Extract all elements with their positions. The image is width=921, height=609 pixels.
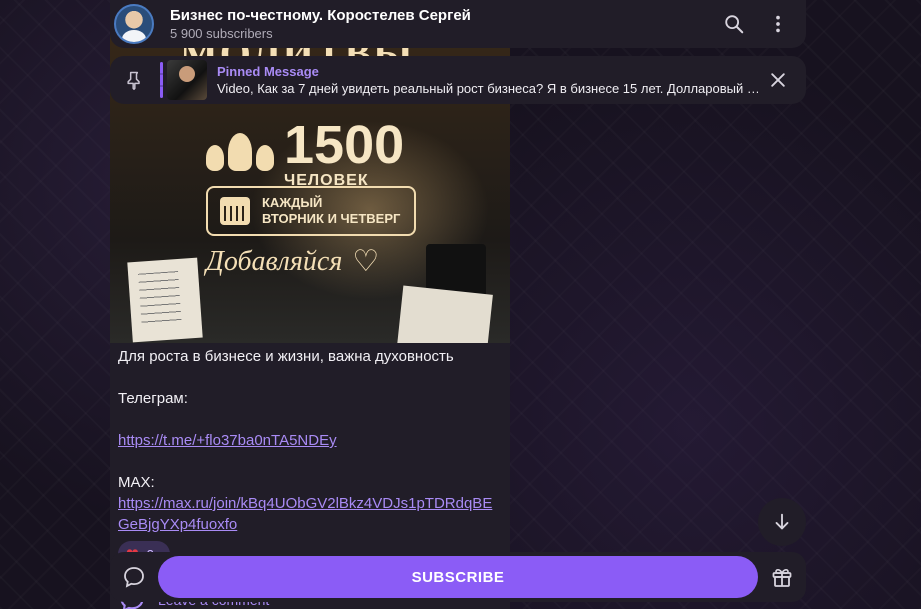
schedule-line-2: ВТОРНИК И ЧЕТВЕРГ: [262, 211, 401, 226]
book-decoration: [127, 257, 203, 343]
post-paragraph: Для роста в бизнесе и жизни, важна духов…: [118, 348, 454, 365]
post-text: Для роста в бизнесе и жизни, важна духов…: [118, 346, 502, 535]
search-button[interactable]: [714, 4, 754, 44]
close-icon: [771, 73, 785, 87]
telegram-label: Телеграм:: [118, 390, 188, 407]
heart-outline-icon: ♡: [352, 245, 380, 278]
schedule-line-1: КАЖДЫЙ: [262, 195, 323, 210]
pinned-preview: Video, Как за 7 дней увидеть реальный ро…: [217, 80, 758, 96]
pinned-content[interactable]: Pinned Message Video, Как за 7 дней увид…: [217, 63, 758, 98]
gift-button[interactable]: [762, 557, 802, 597]
chat-header[interactable]: Бизнес по-честному. Коростелев Сергей 5 …: [110, 0, 806, 48]
gift-icon: [772, 569, 792, 587]
scroll-to-bottom-button[interactable]: [758, 498, 806, 546]
image-cta: Добавляйся ♡: [206, 244, 379, 279]
post-image[interactable]: МОЛИТВЫ 1500 ЧЕЛОВЕК КАЖДЫЙ ВТОРНИК И ЧЕ…: [110, 0, 510, 343]
image-count: 1500: [284, 115, 405, 175]
image-schedule-box: КАЖДЫЙ ВТОРНИК И ЧЕТВЕРГ: [206, 186, 416, 236]
channel-title: Бизнес по-честному. Коростелев Сергей: [170, 6, 471, 24]
calendar-icon: [220, 197, 250, 225]
people-icon: [206, 127, 274, 183]
avatar[interactable]: [114, 4, 154, 44]
search-icon: [725, 15, 744, 34]
close-pinned-button[interactable]: [758, 60, 798, 100]
image-count-row: 1500 ЧЕЛОВЕК: [206, 115, 405, 190]
pinned-message-bar[interactable]: Pinned Message Video, Как за 7 дней увид…: [110, 56, 806, 104]
arrow-down-icon: [775, 513, 789, 530]
max-label: MAX:: [118, 474, 155, 491]
bottom-bar: SUBSCRIBE: [110, 552, 806, 602]
pin-icon[interactable]: [118, 64, 150, 96]
max-link[interactable]: https://max.ru/join/kBq4UObGV2lBkz4VDJs1…: [118, 495, 492, 533]
pinned-position-indicator: [160, 62, 163, 98]
notebook-decoration: [397, 285, 493, 343]
subscribe-button[interactable]: SUBSCRIBE: [158, 556, 758, 598]
comments-button[interactable]: [114, 557, 154, 597]
subscriber-count: 5 900 subscribers: [170, 25, 273, 41]
chat-column: МОЛИТВЫ 1500 ЧЕЛОВЕК КАЖДЫЙ ВТОРНИК И ЧЕ…: [110, 0, 806, 609]
more-vert-icon: [776, 15, 780, 33]
pinned-label: Pinned Message: [217, 63, 319, 79]
comments-icon: [124, 567, 144, 588]
pinned-thumbnail: [167, 60, 207, 100]
telegram-link[interactable]: https://t.me/+flo37ba0nTA5NDEy: [118, 432, 337, 449]
chat-title-block[interactable]: Бизнес по-честному. Коростелев Сергей 5 …: [170, 7, 710, 42]
image-cta-text: Добавляйся: [206, 245, 343, 277]
more-button[interactable]: [758, 4, 798, 44]
